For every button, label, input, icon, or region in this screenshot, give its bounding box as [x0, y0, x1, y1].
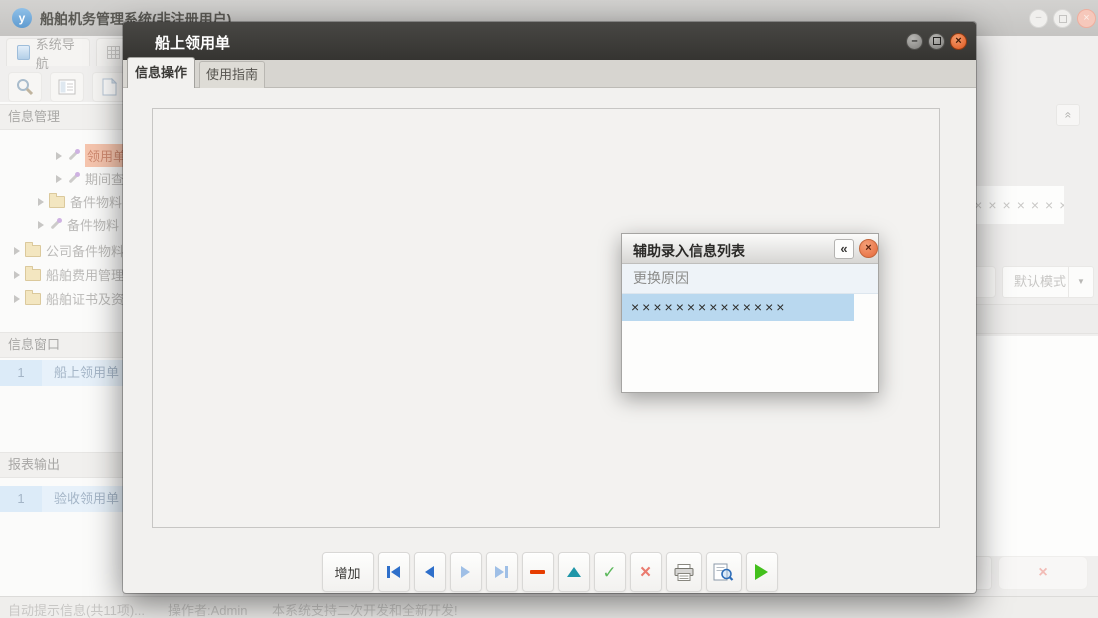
dialog-maximize-icon[interactable] [928, 33, 945, 50]
prev-record-icon [425, 566, 434, 578]
popup-column-header[interactable]: 更换原因 [622, 264, 878, 294]
search-button[interactable] [8, 72, 42, 102]
tab-system-nav[interactable]: 系统导航 [6, 38, 90, 66]
form-icon [58, 79, 76, 95]
add-button[interactable]: 增加 [322, 552, 374, 592]
expand-arrow-icon[interactable] [38, 198, 44, 206]
popup-collapse-button[interactable]: « [834, 239, 854, 259]
last-record-button[interactable] [486, 552, 518, 592]
double-chevron-left-icon: « [840, 241, 847, 256]
popup-selected-row[interactable]: ×××××××××××××× [622, 294, 854, 321]
tool-icon [49, 218, 62, 231]
prev-record-button[interactable] [414, 552, 446, 592]
folder-icon [25, 269, 41, 281]
maximize-icon[interactable] [1053, 9, 1072, 28]
expand-arrow-icon[interactable] [14, 271, 20, 279]
form-button[interactable] [50, 72, 84, 102]
edit-up-icon [567, 567, 581, 577]
first-record-icon [387, 566, 390, 578]
status-bar: 自动提示信息(共11项)... 操作者:Admin 本系统支持二次开发和全新开发… [0, 596, 1098, 618]
tree-item-qijiancha[interactable]: 期间查 [0, 167, 123, 190]
grid-icon [107, 46, 120, 59]
status-operator: 操作者:Admin [168, 600, 247, 618]
mode-select-value: 默认模式 [1003, 267, 1068, 297]
background-panel [976, 336, 1098, 556]
tab-label: 系统导航 [36, 34, 79, 72]
chevron-down-icon[interactable]: ▼ [1068, 267, 1093, 297]
expand-arrow-icon[interactable] [38, 221, 44, 229]
tree-item-beijianwuliao-1[interactable]: 备件物料 [0, 190, 123, 213]
panel-header-info-window[interactable]: 信息窗口 [0, 332, 123, 358]
tool-icon [67, 172, 80, 185]
document-button[interactable] [92, 72, 126, 102]
tree-item-lingyongdan[interactable]: 领用单 [0, 144, 123, 167]
list-item-report-output[interactable]: 1 验收领用单 [0, 486, 123, 512]
status-auto-info: 自动提示信息(共11项)... [8, 600, 145, 618]
dialog-minimize-icon[interactable]: – [906, 33, 923, 50]
expand-arrow-icon[interactable] [56, 175, 62, 183]
folder-icon [49, 196, 65, 208]
background-strip [972, 304, 1098, 334]
run-play-icon [755, 564, 768, 580]
dialog-title: 船上领用单 [155, 32, 230, 53]
tab-usage-guide[interactable]: 使用指南 [199, 61, 265, 88]
delete-button[interactable] [522, 552, 554, 592]
close-icon[interactable]: × [1077, 9, 1096, 28]
dialog-titlebar[interactable] [123, 22, 976, 60]
expand-arrow-icon[interactable] [14, 247, 20, 255]
dialog-tabstrip: 信息操作 使用指南 [123, 60, 976, 88]
status-support: 本系统支持二次开发和全新开发! [272, 600, 458, 618]
folder-icon [25, 245, 41, 257]
popup-close-icon[interactable]: × [859, 239, 878, 258]
expand-arrow-icon[interactable] [14, 295, 20, 303]
nav-square-icon [17, 45, 30, 60]
run-button[interactable] [746, 552, 778, 592]
dialog-toolbar: 增加 ✓ × [123, 552, 976, 592]
chevron-collapse-icon: « [1058, 112, 1078, 119]
background-cancel-button[interactable]: × [998, 556, 1088, 590]
document-icon [102, 78, 117, 96]
tree-item-chuanbofeiyong[interactable]: 船舶费用管理 [0, 263, 123, 286]
delete-icon [530, 570, 545, 574]
collapse-panel-button[interactable]: « [1056, 104, 1080, 126]
print-preview-button[interactable] [706, 552, 742, 592]
first-record-button[interactable] [378, 552, 410, 592]
popup-helper-list: 辅助录入信息列表 « × 更换原因 ×××××××××××××× [621, 233, 879, 393]
dialog-close-icon[interactable]: × [950, 33, 967, 50]
confirm-check-icon: ✓ [602, 564, 616, 581]
expand-arrow-icon[interactable] [56, 152, 62, 160]
tree-item-chuanbozhengshu[interactable]: 船舶证书及资 [0, 287, 123, 310]
tree-item-beijianwuliao-2[interactable]: 备件物料 [0, 213, 123, 236]
list-item-info-window[interactable]: 1 船上领用单 [0, 360, 123, 386]
minimize-icon[interactable]: – [1029, 9, 1048, 28]
tree-item-gongsibeijian[interactable]: 公司备件物料 [0, 239, 123, 262]
popup-title: 辅助录入信息列表 [633, 241, 745, 261]
edit-button[interactable] [558, 552, 590, 592]
panel-header-report-output[interactable]: 报表输出 [0, 452, 123, 478]
cancel-x-icon: × [640, 563, 651, 582]
print-button[interactable] [666, 552, 702, 592]
mode-select[interactable]: 默认模式 ▼ [1002, 266, 1094, 298]
tool-icon [67, 149, 80, 162]
print-preview-icon [713, 563, 734, 581]
next-record-button[interactable] [450, 552, 482, 592]
screen: y 船舶机务管理系统(非注册用户) – × 系统导航 信息管理 领用单 期间查 … [0, 0, 1098, 618]
tab-info-operations[interactable]: 信息操作 [127, 57, 195, 88]
last-record-icon [495, 566, 504, 578]
cancel-button[interactable]: × [630, 552, 662, 592]
print-icon [674, 564, 694, 581]
confirm-button[interactable]: ✓ [594, 552, 626, 592]
next-record-icon [461, 566, 470, 578]
panel-header-info-mgmt[interactable]: 信息管理 [0, 104, 123, 130]
app-logo-icon: y [12, 8, 32, 28]
folder-icon [25, 293, 41, 305]
search-icon [16, 78, 34, 96]
